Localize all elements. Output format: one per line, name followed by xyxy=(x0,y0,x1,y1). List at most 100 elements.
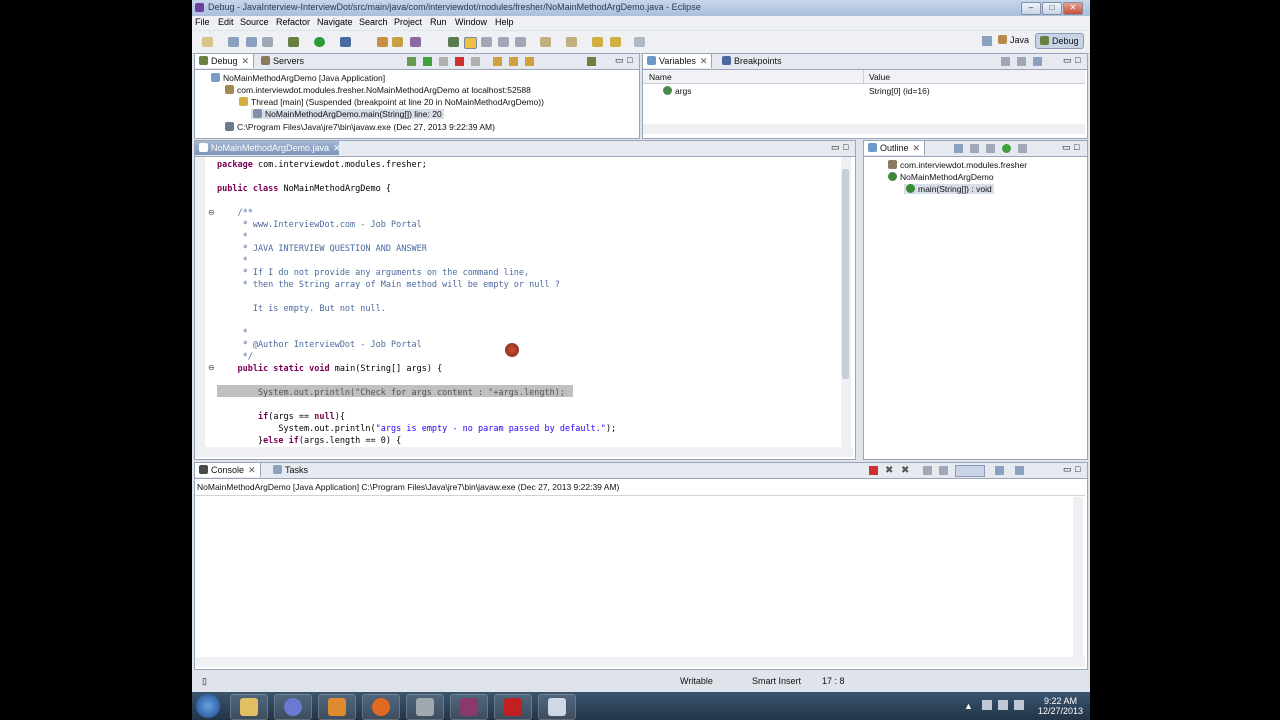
code-line-13[interactable]: It is empty. But not null. xyxy=(217,304,386,314)
minimize-view-icon[interactable]: ▭ xyxy=(1062,142,1071,153)
close-icon[interactable]: ✕ xyxy=(333,143,341,153)
hide-static-icon[interactable] xyxy=(986,144,995,153)
horizontal-scrollbar[interactable] xyxy=(195,447,853,457)
debug-run-icon[interactable] xyxy=(288,37,299,47)
close-icon[interactable]: ✕ xyxy=(1063,2,1083,15)
menu-search[interactable]: Search xyxy=(359,17,388,27)
taskbar-acrobat[interactable] xyxy=(494,694,532,720)
external-tools-icon[interactable] xyxy=(340,37,351,47)
maximize-view-icon[interactable]: □ xyxy=(627,55,632,65)
hide-local-types-icon[interactable] xyxy=(1018,144,1027,153)
maximize-icon[interactable]: □ xyxy=(1042,2,1062,15)
code-line-3[interactable]: public class NoMainMethodArgDemo { xyxy=(217,184,391,194)
step-into-icon[interactable] xyxy=(493,57,502,66)
taskbar-eclipse[interactable] xyxy=(274,694,312,720)
scrollbar-thumb[interactable] xyxy=(842,169,849,379)
view-menu-icon[interactable] xyxy=(587,57,596,66)
taskbar-firefox[interactable] xyxy=(362,694,400,720)
code-line-6[interactable]: * www.InterviewDot.com - Job Portal xyxy=(217,220,422,230)
clear-console-icon[interactable] xyxy=(923,466,932,475)
fold-collapse-icon[interactable]: ⊖ xyxy=(208,208,215,217)
column-value[interactable]: Value xyxy=(869,72,890,82)
open-perspective-icon[interactable] xyxy=(982,36,992,46)
code-line-11[interactable]: * then the String array of Main method w… xyxy=(217,280,560,290)
menu-run[interactable]: Run xyxy=(430,17,447,27)
close-icon[interactable]: ✕ xyxy=(248,465,256,475)
format-icon[interactable] xyxy=(515,37,526,47)
taskbar-clock[interactable]: 9:22 AM 12/27/2013 xyxy=(1038,696,1083,716)
tree-item-application[interactable]: NoMainMethodArgDemo [Java Application] xyxy=(211,73,385,83)
perspective-java[interactable]: Java xyxy=(998,35,1029,45)
step-return-icon[interactable] xyxy=(525,57,534,66)
maximize-view-icon[interactable]: □ xyxy=(1074,142,1079,152)
display-console-icon[interactable] xyxy=(995,466,1004,475)
taskbar-notepad[interactable] xyxy=(406,694,444,720)
code-line-23[interactable]: System.out.println("args is empty - no p… xyxy=(217,424,616,434)
save-all-icon[interactable] xyxy=(246,37,257,47)
menu-navigate[interactable]: Navigate xyxy=(317,17,353,27)
menu-edit[interactable]: Edit xyxy=(218,17,234,27)
tab-servers[interactable]: Servers xyxy=(257,54,308,68)
code-line-18[interactable]: public static void main(String[] args) { xyxy=(217,364,442,374)
minimize-icon[interactable]: – xyxy=(1021,2,1041,15)
close-icon[interactable]: ✕ xyxy=(913,143,921,153)
tab-outline[interactable]: Outline ✕ xyxy=(864,141,926,155)
code-line-8[interactable]: * JAVA INTERVIEW QUESTION AND ANSWER xyxy=(217,244,427,254)
code-line-1[interactable]: package com.interviewdot.modules.fresher… xyxy=(217,160,427,170)
back-icon[interactable] xyxy=(592,37,603,47)
outline-item-method[interactable]: main(String[]) : void xyxy=(904,184,994,194)
code-line-7[interactable]: * xyxy=(217,232,248,242)
step-over-icon[interactable] xyxy=(509,57,518,66)
show-whitespace-icon[interactable] xyxy=(498,37,509,47)
code-line-15[interactable]: * xyxy=(217,328,248,338)
forward-icon[interactable] xyxy=(610,37,621,47)
terminate-icon[interactable] xyxy=(869,466,878,475)
prev-annotation-icon[interactable] xyxy=(566,37,577,47)
code-line-17[interactable]: */ xyxy=(217,352,253,362)
open-console-icon[interactable] xyxy=(1015,466,1024,475)
pin-console-icon[interactable] xyxy=(955,465,985,477)
action-center-icon[interactable] xyxy=(1014,700,1024,710)
volume-icon[interactable] xyxy=(982,700,992,710)
column-name[interactable]: Name xyxy=(649,72,672,82)
save-icon[interactable] xyxy=(228,37,239,47)
remove-launch-icon[interactable] xyxy=(407,57,416,66)
next-annotation-icon[interactable] xyxy=(540,37,551,47)
close-icon[interactable]: ✕ xyxy=(242,56,250,66)
table-row[interactable]: args String[0] (id=16) xyxy=(643,84,1085,97)
maximize-view-icon[interactable]: □ xyxy=(1075,464,1080,474)
vertical-scrollbar[interactable] xyxy=(841,157,851,447)
tab-debug[interactable]: Debug ✕ xyxy=(195,54,255,68)
open-type-icon[interactable] xyxy=(377,37,388,47)
tab-console[interactable]: Console ✕ xyxy=(195,463,261,477)
minimize-view-icon[interactable]: ▭ xyxy=(1063,55,1072,66)
horizontal-scrollbar[interactable] xyxy=(195,657,1085,667)
vertical-scrollbar[interactable] xyxy=(1073,497,1083,657)
menu-file[interactable]: File xyxy=(195,17,210,27)
taskbar-explorer[interactable] xyxy=(230,694,268,720)
suspend-icon[interactable] xyxy=(439,57,448,66)
scroll-lock-icon[interactable] xyxy=(939,466,948,475)
column-divider[interactable] xyxy=(863,70,864,83)
collapse-all-icon[interactable] xyxy=(1033,57,1042,66)
maximize-view-icon[interactable]: □ xyxy=(843,142,848,152)
taskbar-media-player[interactable] xyxy=(318,694,356,720)
close-icon[interactable]: ✕ xyxy=(700,56,708,66)
show-logical-icon[interactable] xyxy=(1017,57,1026,66)
code-line-20[interactable]: System.out.println("Check for args conte… xyxy=(217,388,565,398)
editor-ruler[interactable] xyxy=(195,157,205,447)
network-icon[interactable] xyxy=(998,700,1008,710)
menu-project[interactable]: Project xyxy=(394,17,422,27)
code-line-24[interactable]: }else if(args.length == 0) { xyxy=(217,436,401,446)
outline-item-class[interactable]: NoMainMethodArgDemo xyxy=(888,172,994,182)
tab-breakpoints[interactable]: Breakpoints xyxy=(718,54,786,68)
tab-editor-file[interactable]: NoMainMethodArgDemo.java ✕ xyxy=(195,141,341,155)
code-line-9[interactable]: * xyxy=(217,256,248,266)
hide-nonpublic-icon[interactable] xyxy=(1002,144,1011,153)
remove-all-icon[interactable]: ✖ xyxy=(901,465,909,476)
fold-collapse-icon[interactable]: ⊖ xyxy=(208,363,215,372)
tree-item-stack-frame[interactable]: NoMainMethodArgDemo.main(String[]) line:… xyxy=(251,109,444,119)
tab-tasks[interactable]: Tasks xyxy=(269,463,312,477)
search-icon[interactable] xyxy=(410,37,421,47)
show-hidden-icons-icon[interactable]: ▲ xyxy=(964,701,973,711)
